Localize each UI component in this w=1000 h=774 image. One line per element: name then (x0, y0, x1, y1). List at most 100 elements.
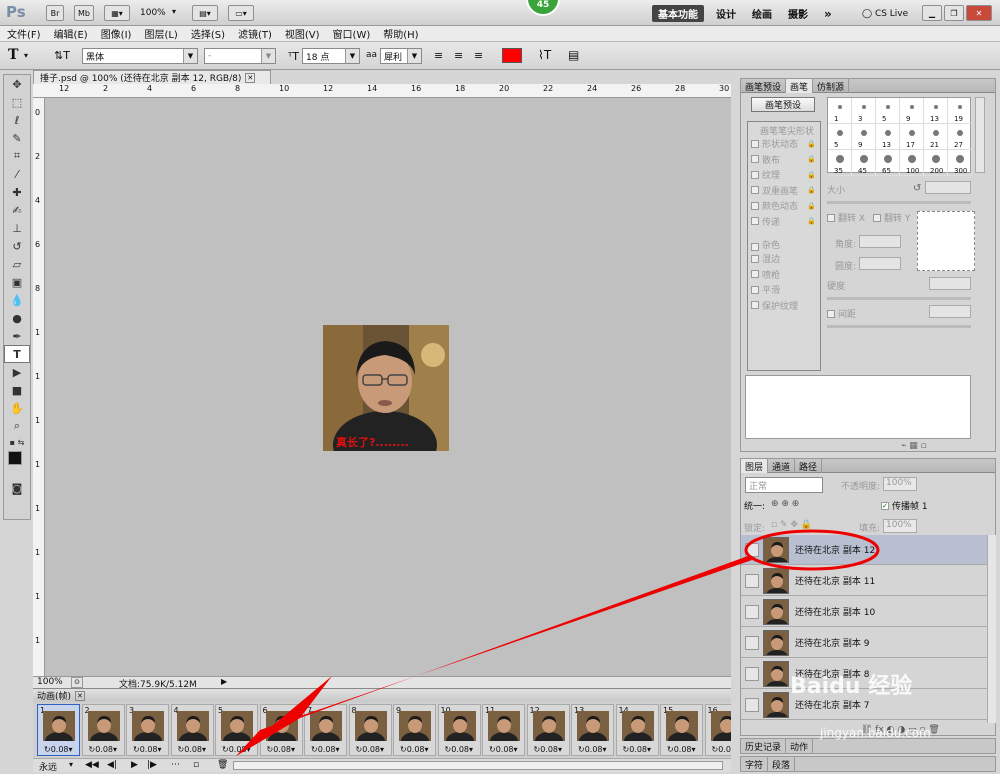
swap-colors-icon[interactable]: ▪ ⇆ (4, 435, 30, 449)
menu-filter[interactable]: 滤镜(T) (238, 26, 272, 41)
spacing-option[interactable]: 间距 (827, 307, 856, 320)
brush-tip[interactable]: 9 (852, 124, 876, 150)
frame-delay[interactable]: ↻0.08▾ (489, 745, 518, 754)
brush-grid-scrollbar[interactable] (975, 97, 985, 173)
zoom-dropdown-icon[interactable]: ▾ (172, 7, 176, 16)
menu-layer[interactable]: 图层(L) (144, 26, 177, 41)
tab-history[interactable]: 历史记录 (741, 739, 787, 753)
warp-text-icon[interactable]: ⌇T (538, 48, 551, 62)
brush-option[interactable]: 杂色 (748, 229, 820, 251)
frame-delay[interactable]: ↻0.08▾ (267, 745, 296, 754)
layer-row[interactable]: 还待在北京 副本 11 (741, 566, 987, 596)
layer-row[interactable]: 还待在北京 副本 10 (741, 597, 987, 627)
brush-tip[interactable]: 13 (876, 124, 900, 150)
blend-mode-select[interactable]: 正常 (745, 477, 823, 493)
tab-brush[interactable]: 画笔 (786, 79, 814, 93)
unify-icons[interactable]: ⊕ ⊕ ⊕ (771, 499, 799, 509)
brush-presets-button[interactable]: 画笔预设 (751, 97, 815, 112)
brush-tip[interactable]: 3 (852, 98, 876, 124)
brush-option-checkbox[interactable] (751, 217, 759, 226)
frame-delay[interactable]: ↻0.08▾ (534, 745, 563, 754)
tool-preset-dropdown-icon[interactable]: ▾ (24, 51, 28, 60)
tab-paths[interactable]: 路径 (795, 459, 823, 473)
dodge-tool-icon[interactable]: ● (4, 309, 30, 327)
menu-file[interactable]: 文件(F) (7, 26, 41, 41)
lock-icons[interactable]: ▫ ✎ ✥ 🔒 (771, 520, 812, 530)
brush-option-checkbox[interactable] (751, 139, 759, 148)
animation-frame[interactable]: 12↻0.08▾ (526, 704, 570, 756)
brush-option[interactable]: 散布 🔒 (748, 152, 820, 168)
brush-option[interactable]: 传递 🔒 (748, 214, 820, 230)
angle-input[interactable] (859, 235, 901, 248)
layer-visibility-icon[interactable] (745, 604, 759, 619)
hand-tool-icon[interactable]: ✋ (4, 399, 30, 417)
brush-tip[interactable]: 300 (948, 150, 972, 176)
brush-option[interactable]: 颜色动态 🔒 (748, 198, 820, 214)
animation-frame[interactable]: 10↻0.08▾ (437, 704, 481, 756)
align-left-icon[interactable]: ≡ (434, 49, 443, 62)
brush-tip[interactable]: 100 (900, 150, 924, 176)
character-panel-toggle-icon[interactable]: ▤ (568, 48, 579, 62)
menu-window[interactable]: 窗口(W) (333, 26, 371, 41)
menu-edit[interactable]: 编辑(E) (54, 26, 88, 41)
crop-tool-icon[interactable]: ⌗ (4, 147, 30, 165)
more-workspaces-button[interactable]: » (818, 5, 838, 22)
shape-tool-icon[interactable]: ■ (4, 381, 30, 399)
brush-option-checkbox[interactable] (751, 186, 759, 195)
animation-frame[interactable]: 4↻0.08▾ (170, 704, 214, 756)
workspace-essentials[interactable]: 基本功能 (652, 5, 704, 22)
animation-frame[interactable]: 8↻0.08▾ (348, 704, 392, 756)
fill-input[interactable]: 100% (883, 519, 917, 533)
spacing-slider[interactable] (827, 325, 971, 328)
brush-tip[interactable]: 5 (828, 124, 852, 150)
frames-scrollbar[interactable] (233, 761, 723, 770)
frame-delay[interactable]: ↻0.08▾ (222, 745, 251, 754)
layer-visibility-icon[interactable] (745, 697, 759, 712)
bridge-button[interactable]: Br (46, 5, 64, 21)
layer-visibility-icon[interactable] (745, 666, 759, 681)
animation-panel-title[interactable]: 动画(帧) (37, 689, 71, 702)
brush-option-checkbox[interactable] (751, 270, 759, 279)
layer-row[interactable]: 还待在北京 副本 12 (741, 535, 987, 565)
font-style-select[interactable]: - ▼ (204, 48, 276, 64)
marquee-tool-icon[interactable]: ⬚ (4, 93, 30, 111)
move-tool-icon[interactable]: ✥ (4, 75, 30, 93)
blur-tool-icon[interactable]: 💧 (4, 291, 30, 309)
arrange-documents-button[interactable]: ▤▾ (192, 5, 218, 21)
lock-icon[interactable]: 🔒 (807, 140, 816, 148)
duplicate-frame-icon[interactable]: ▫ (193, 760, 199, 770)
brush-option-checkbox[interactable] (751, 155, 759, 164)
workspace-design[interactable]: 设计 (710, 5, 742, 22)
frame-delay[interactable]: ↻0.08▾ (133, 745, 162, 754)
animation-frame[interactable]: 3↻0.08▾ (126, 704, 169, 756)
text-orientation-icon[interactable]: ⇅T (54, 49, 70, 62)
menu-view[interactable]: 视图(V) (285, 26, 320, 41)
propagate-checkbox[interactable]: ✓ (881, 501, 889, 510)
brush-tip[interactable]: 200 (924, 150, 948, 176)
animation-frame[interactable]: 6↻0.08▾ (259, 704, 303, 756)
brush-option[interactable]: 双重画笔 🔒 (748, 183, 820, 199)
frame-delay[interactable]: ↻0.08▾ (89, 745, 118, 754)
brush-option-checkbox[interactable] (751, 201, 759, 210)
first-frame-icon[interactable]: ◀◀ (85, 760, 99, 770)
flip-x-checkbox[interactable] (827, 213, 835, 222)
zoom-tool-icon[interactable]: ⌕ (4, 417, 30, 435)
brush-option-checkbox[interactable] (751, 285, 759, 294)
hardness-input[interactable] (929, 277, 971, 290)
notification-badge[interactable]: 45 (526, 0, 560, 16)
tab-actions[interactable]: 动作 (786, 739, 814, 753)
frame-delay[interactable]: ↻0.08▾ (623, 745, 652, 754)
animation-frame[interactable]: 5↻0.08▾ (215, 704, 258, 756)
clone-stamp-tool-icon[interactable]: ⊥ (4, 219, 30, 237)
hardness-slider[interactable] (827, 297, 971, 300)
quick-mask-icon[interactable]: ◙ (4, 479, 30, 497)
lock-icon[interactable]: 🔒 (807, 155, 816, 163)
brush-tip[interactable]: 9 (900, 98, 924, 124)
close-document-icon[interactable]: ✕ (245, 72, 256, 83)
type-tool-icon[interactable]: T (4, 345, 30, 363)
brush-tip[interactable]: 19 (948, 98, 972, 124)
brush-tip[interactable]: 5 (876, 98, 900, 124)
size-input[interactable] (925, 181, 971, 194)
delete-frame-icon[interactable]: 🗑 (217, 760, 228, 770)
spacing-checkbox[interactable] (827, 309, 835, 318)
